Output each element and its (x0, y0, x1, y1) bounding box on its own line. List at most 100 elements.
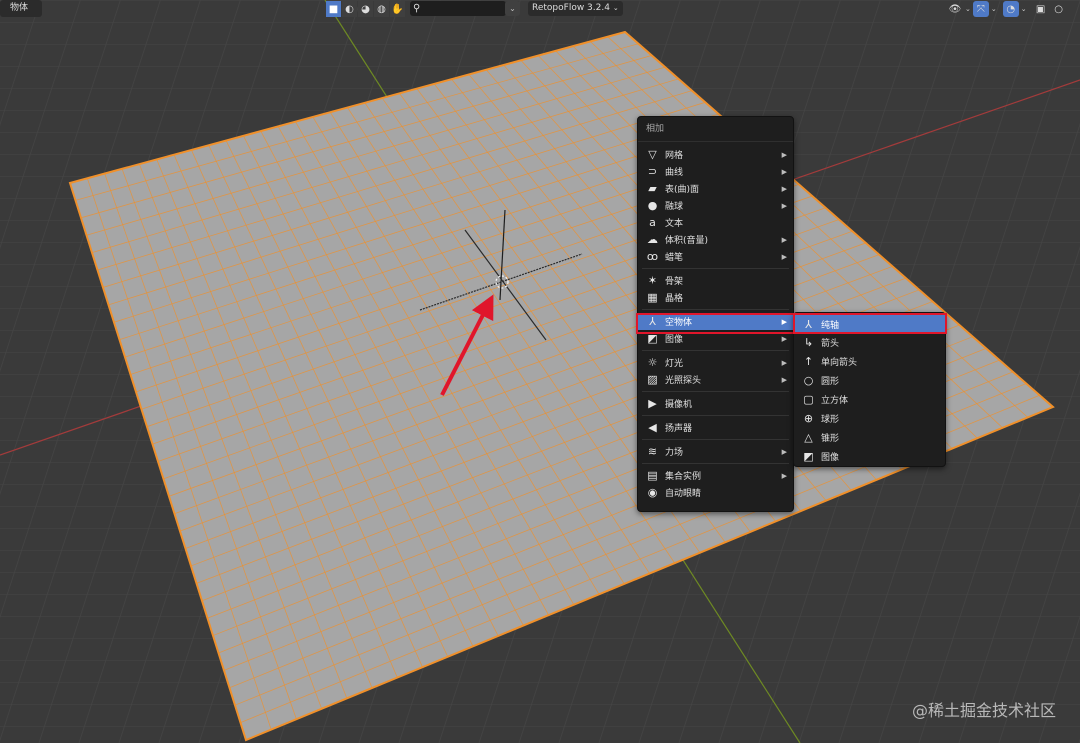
submenu-item-sphere[interactable]: ⊕ 球形 (794, 409, 945, 428)
material-icon[interactable]: ◕ (358, 1, 373, 17)
menu-item-label: 骨架 (665, 277, 684, 287)
search-dropdown-button[interactable]: ⌄ (505, 1, 520, 16)
hand-icon[interactable]: ✋ (390, 1, 405, 17)
submenu-item-single-arrow[interactable]: ↑ 单向箭头 (794, 352, 945, 371)
surface-icon: ▰ (648, 182, 657, 195)
menu-item-light[interactable]: ☼ 灯光 ▶ (638, 354, 793, 371)
menu-item-light-probe[interactable]: ▨ 光照探头 ▶ (638, 371, 793, 388)
submenu-item-cube[interactable]: ▢ 立方体 (794, 390, 945, 409)
menu-title: 相加 (638, 117, 793, 142)
sphere-icon: ⊕ (803, 412, 814, 425)
submenu-item-circle[interactable]: ○ 圆形 (794, 371, 945, 390)
submenu-item-label: 箭头 (821, 339, 840, 349)
visibility-icon[interactable]: 👁 (947, 1, 963, 17)
menu-item-metaball[interactable]: ● 融球 ▶ (638, 197, 793, 214)
menu-item-lattice[interactable]: ▦ 晶格 (638, 289, 793, 306)
menu-separator (642, 415, 789, 416)
text-icon: a (649, 216, 656, 229)
menu-item-grease-pencil[interactable]: ꝏ 蜡笔 ▶ (638, 248, 793, 265)
submenu-arrow-icon: ▶ (781, 375, 787, 384)
search-field[interactable]: ⚲ (410, 1, 506, 16)
speaker-icon: ◀ (648, 421, 657, 434)
menu-item-label: 蜡笔 (665, 253, 684, 263)
object-menu-button[interactable]: 物体 (0, 0, 42, 17)
viewport-toggles: 👁 ⌄ ⤧ ⌄ ◔ ⌄ ▣ ○ (947, 0, 1067, 18)
single-arrow-icon: ↑ (803, 355, 814, 368)
submenu-item-arrows[interactable]: ↳ 箭头 (794, 333, 945, 352)
image-icon: ◩ (803, 450, 814, 463)
empty-submenu: ⅄ 纯轴 ↳ 箭头 ↑ 单向箭头 ○ 圆形 ▢ 立方体 ⊕ 球形 △ 锥形 ◩ 图像 (793, 312, 946, 467)
submenu-arrow-icon: ▶ (781, 235, 787, 244)
menu-separator (642, 439, 789, 440)
mesh-icon: ▽ (648, 148, 657, 161)
submenu-arrow-icon: ▶ (781, 201, 787, 210)
armature-icon: ✶ (647, 274, 658, 287)
submenu-arrow-icon: ▶ (781, 184, 787, 193)
addon-select-label: RetopoFlow 3.2.4 (532, 3, 610, 13)
chevron-down-icon[interactable]: ⌄ (1021, 5, 1027, 13)
cone-icon: △ (804, 431, 813, 444)
submenu-arrow-icon: ▶ (781, 150, 787, 159)
menu-item-speaker[interactable]: ◀ 扬声器 (638, 419, 793, 436)
submenu-item-cone[interactable]: △ 锥形 (794, 428, 945, 447)
highlight-box (793, 313, 947, 334)
xray-icon[interactable]: ▣ (1033, 1, 1049, 17)
menu-separator (642, 463, 789, 464)
submenu-item-label: 锥形 (821, 434, 840, 444)
menu-item-armature[interactable]: ✶ 骨架 (638, 272, 793, 289)
arrows-icon: ↳ (803, 336, 814, 349)
collection-icon: ▤ (647, 469, 658, 482)
menu-item-label: 集合实例 (665, 472, 702, 482)
cube-icon: ▢ (803, 393, 814, 406)
menu-separator (642, 350, 789, 351)
chevron-down-icon[interactable]: ⌄ (991, 5, 997, 13)
solid-shading-icon[interactable]: ○ (1051, 1, 1067, 17)
submenu-item-image[interactable]: ◩ 图像 (794, 447, 945, 466)
menu-item-label: 晶格 (665, 294, 684, 304)
submenu-arrow-icon: ▶ (781, 358, 787, 367)
menu-item-label: 灯光 (665, 359, 684, 369)
gizmo-icon[interactable]: ⤧ (972, 1, 989, 17)
menu-item-label: 摄像机 (665, 400, 693, 410)
watermark: @稀土掘金技术社区 (911, 701, 1056, 720)
menu-item-mesh[interactable]: ▽ 网格 ▶ (638, 146, 793, 163)
volume-icon: ☁ (647, 233, 658, 246)
menu-item-camera[interactable]: ▶ 摄像机 (638, 395, 793, 412)
addon-select[interactable]: RetopoFlow 3.2.4 ⌄ (528, 1, 623, 16)
chevron-down-icon: ⌄ (612, 4, 619, 12)
light-probe-icon: ▨ (647, 373, 658, 386)
menu-item-label: 融球 (665, 202, 684, 212)
menu-item-curve[interactable]: ⊃ 曲线 ▶ (638, 163, 793, 180)
submenu-arrow-icon: ▶ (781, 447, 787, 456)
menu-item-volume[interactable]: ☁ 体积(音量) ▶ (638, 231, 793, 248)
menu-item-label: 自动眼睛 (665, 489, 702, 499)
grease-pencil-icon: ꝏ (646, 250, 659, 263)
menu-item-label: 表(曲)面 (665, 185, 700, 195)
menu-separator (642, 268, 789, 269)
menu-item-collection-instance[interactable]: ▤ 集合实例 ▶ (638, 467, 793, 484)
select-box-icon[interactable]: ■ (326, 1, 341, 17)
submenu-item-label: 图像 (821, 453, 840, 463)
menu-item-label: 文本 (665, 219, 684, 229)
curve-icon: ⊃ (647, 165, 658, 178)
menu-item-text[interactable]: a 文本 (638, 214, 793, 231)
chevron-down-icon[interactable]: ⌄ (965, 5, 971, 13)
metaball-icon: ● (647, 199, 658, 212)
globe-icon[interactable]: ◍ (374, 1, 389, 17)
select-mode-group[interactable]: ■ ◐ ◕ ◍ ✋ (326, 1, 405, 17)
eye-icon: ◉ (647, 486, 658, 499)
force-field-icon: ≋ (647, 445, 658, 458)
overlay-icon[interactable]: ◔ (1002, 1, 1019, 17)
submenu-arrow-icon: ▶ (781, 471, 787, 480)
menu-item-label: 网格 (665, 151, 684, 161)
search-input[interactable] (420, 2, 505, 15)
menu-item-force-field[interactable]: ≋ 力场 ▶ (638, 443, 793, 460)
circle-icon: ○ (803, 374, 814, 387)
submenu-arrow-icon: ▶ (781, 167, 787, 176)
menu-item-surface[interactable]: ▰ 表(曲)面 ▶ (638, 180, 793, 197)
submenu-arrow-icon: ▶ (781, 334, 787, 343)
camera-icon: ▶ (648, 397, 657, 410)
menu-separator (642, 391, 789, 392)
shading-icon[interactable]: ◐ (342, 1, 357, 17)
menu-item-auto-eye[interactable]: ◉ 自动眼睛 (638, 484, 793, 501)
